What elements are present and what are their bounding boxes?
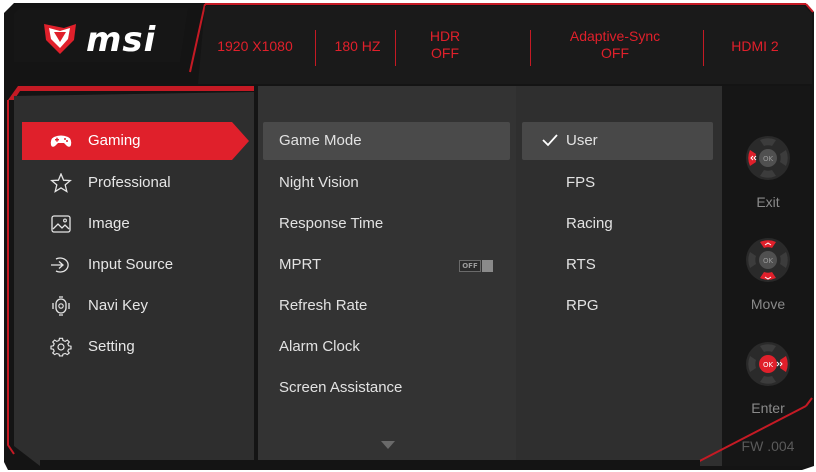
category-label: Setting [88, 338, 135, 355]
checkmark-icon [542, 134, 558, 147]
msi-logo: msi [40, 20, 190, 60]
gamepad-icon [50, 135, 72, 147]
menu-item-refresh-rate[interactable]: Refresh Rate [263, 287, 510, 325]
exit-label: Exit [756, 194, 780, 210]
toggle-knob [482, 260, 493, 272]
category-setting[interactable]: Setting [22, 328, 247, 366]
category-input-source[interactable]: Input Source [22, 246, 247, 284]
brand-name: msi [86, 20, 157, 60]
chevron-down-icon[interactable] [380, 440, 396, 450]
option-racing[interactable]: Racing [522, 205, 713, 243]
mprt-toggle[interactable]: OFF [459, 260, 493, 272]
menu-item-game-mode[interactable]: Game Mode [263, 122, 510, 160]
toggle-off-label: OFF [459, 260, 481, 272]
menu-item-night-vision[interactable]: Night Vision [263, 164, 510, 202]
category-label: Professional [88, 174, 171, 191]
header-divider [315, 30, 316, 66]
header-divider [530, 30, 531, 66]
navi-key-icon [52, 296, 70, 316]
header-divider [395, 30, 396, 66]
enter-key-icon: OK [746, 342, 790, 386]
enter-label: Enter [751, 400, 785, 416]
category-label: Gaming [88, 132, 141, 149]
exit-key-icon: OK [746, 136, 790, 180]
image-icon [51, 215, 71, 233]
status-resolution: 1920 X1080 [217, 38, 293, 54]
category-professional[interactable]: Professional [22, 164, 247, 202]
category-gaming[interactable]: Gaming [22, 122, 249, 160]
move-label: Move [750, 296, 786, 312]
category-image[interactable]: Image [22, 205, 247, 243]
menu-item-alarm-clock[interactable]: Alarm Clock [263, 328, 510, 366]
category-label: Input Source [88, 256, 174, 273]
status-input: HDMI 2 [731, 38, 779, 54]
status-refresh-rate: 180 HZ [334, 38, 381, 54]
status-adaptive-sync: Adaptive-Sync OFF [569, 28, 661, 61]
ok-label: OK [763, 361, 774, 369]
header-divider [703, 30, 704, 66]
input-source-icon [51, 257, 69, 273]
star-icon [50, 173, 72, 193]
firmware-version: FW .004 [741, 438, 795, 454]
menu-item-response-time[interactable]: Response Time [263, 205, 510, 243]
move-key-icon: OK [746, 238, 790, 282]
status-hdr: HDR OFF [429, 28, 461, 61]
gear-icon [50, 337, 72, 357]
option-rts[interactable]: RTS [522, 246, 713, 284]
option-user[interactable]: User [522, 122, 713, 160]
ok-label: OK [763, 155, 774, 163]
category-label: Navi Key [88, 297, 149, 314]
option-fps[interactable]: FPS [522, 164, 713, 202]
menu-item-screen-assistance[interactable]: Screen Assistance [263, 369, 510, 407]
option-rpg[interactable]: RPG [522, 287, 713, 325]
category-navi-key[interactable]: Navi Key [22, 287, 247, 325]
category-label: Image [88, 215, 130, 232]
ok-label: OK [763, 257, 774, 265]
